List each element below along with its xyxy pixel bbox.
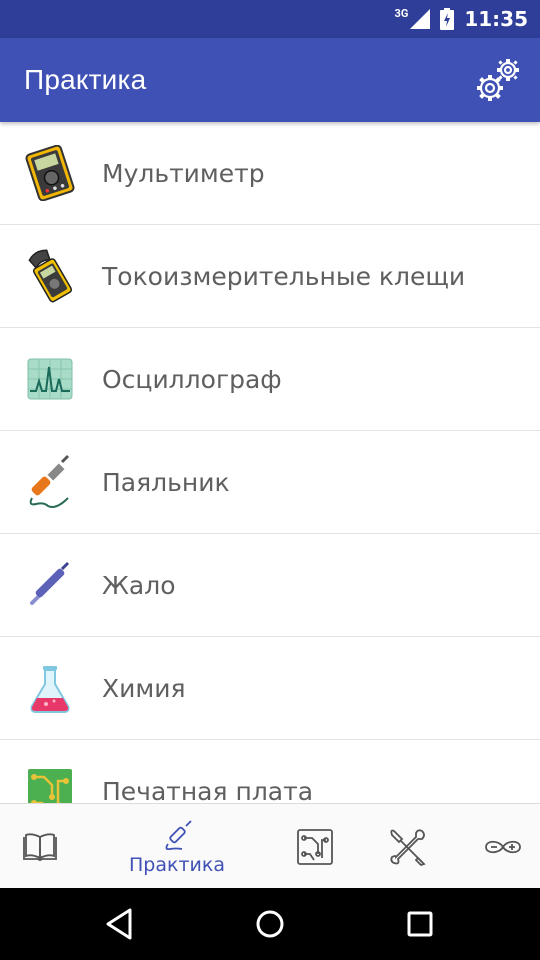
circuit-board-icon xyxy=(297,828,333,865)
multimeter-icon xyxy=(22,145,78,201)
back-triangle-icon[interactable] xyxy=(102,906,138,942)
list-item-soldering-iron[interactable]: Паяльник xyxy=(0,431,540,534)
soldering-tip-icon xyxy=(22,557,78,613)
battery-icon xyxy=(440,8,455,30)
nav-tab-practice[interactable]: Практика xyxy=(118,804,236,889)
home-circle-icon[interactable] xyxy=(252,906,288,942)
tools-icon xyxy=(390,828,426,866)
system-navigation-bar xyxy=(0,888,540,960)
list-item-soldering-tip[interactable]: Жало xyxy=(0,534,540,637)
recents-square-icon[interactable] xyxy=(402,906,438,942)
page-title: Практика xyxy=(24,64,147,95)
list-item-label: Печатная плата xyxy=(102,776,314,804)
book-icon xyxy=(23,832,57,861)
list-item-label: Осциллограф xyxy=(102,364,282,394)
nav-tab-circuits[interactable] xyxy=(288,804,342,889)
clock: 11:35 xyxy=(464,7,528,31)
list-item-label: Токоизмерительные клещи xyxy=(102,261,466,291)
arduino-icon xyxy=(485,840,521,853)
network-type-label: 3G xyxy=(394,6,409,20)
clamp-meter-icon xyxy=(22,248,78,304)
gears-icon[interactable] xyxy=(472,54,524,106)
nav-tab-label: Практика xyxy=(128,853,225,876)
soldering-iron-outline-icon xyxy=(165,819,192,850)
list-item-label: Паяльник xyxy=(102,467,230,497)
list-item-multimeter[interactable]: Мультиметр xyxy=(0,122,540,225)
oscilloscope-icon xyxy=(22,351,78,407)
soldering-iron-icon xyxy=(22,454,78,510)
list-item-pcb[interactable]: Печатная плата xyxy=(0,740,540,803)
nav-tab-theory[interactable] xyxy=(10,804,70,889)
nav-tab-tools[interactable] xyxy=(380,804,436,889)
list-item-label: Жало xyxy=(102,570,176,600)
list-item-oscilloscope[interactable]: Осциллограф xyxy=(0,328,540,431)
signal-icon xyxy=(410,9,431,29)
flask-icon xyxy=(22,660,78,716)
practice-list: Мультиметр Токоизмерительные клещи Осцил… xyxy=(0,122,540,803)
list-item-label: Химия xyxy=(102,673,186,703)
list-item-label: Мультиметр xyxy=(102,158,265,188)
list-item-clamp-meter[interactable]: Токоизмерительные клещи xyxy=(0,225,540,328)
status-bar: 3G 11:35 xyxy=(0,0,540,38)
nav-tab-arduino[interactable] xyxy=(476,804,530,889)
pcb-icon xyxy=(22,763,78,803)
bottom-navigation: Практика xyxy=(0,803,540,888)
list-item-chemistry[interactable]: Химия xyxy=(0,637,540,740)
app-bar: Практика xyxy=(0,38,540,122)
